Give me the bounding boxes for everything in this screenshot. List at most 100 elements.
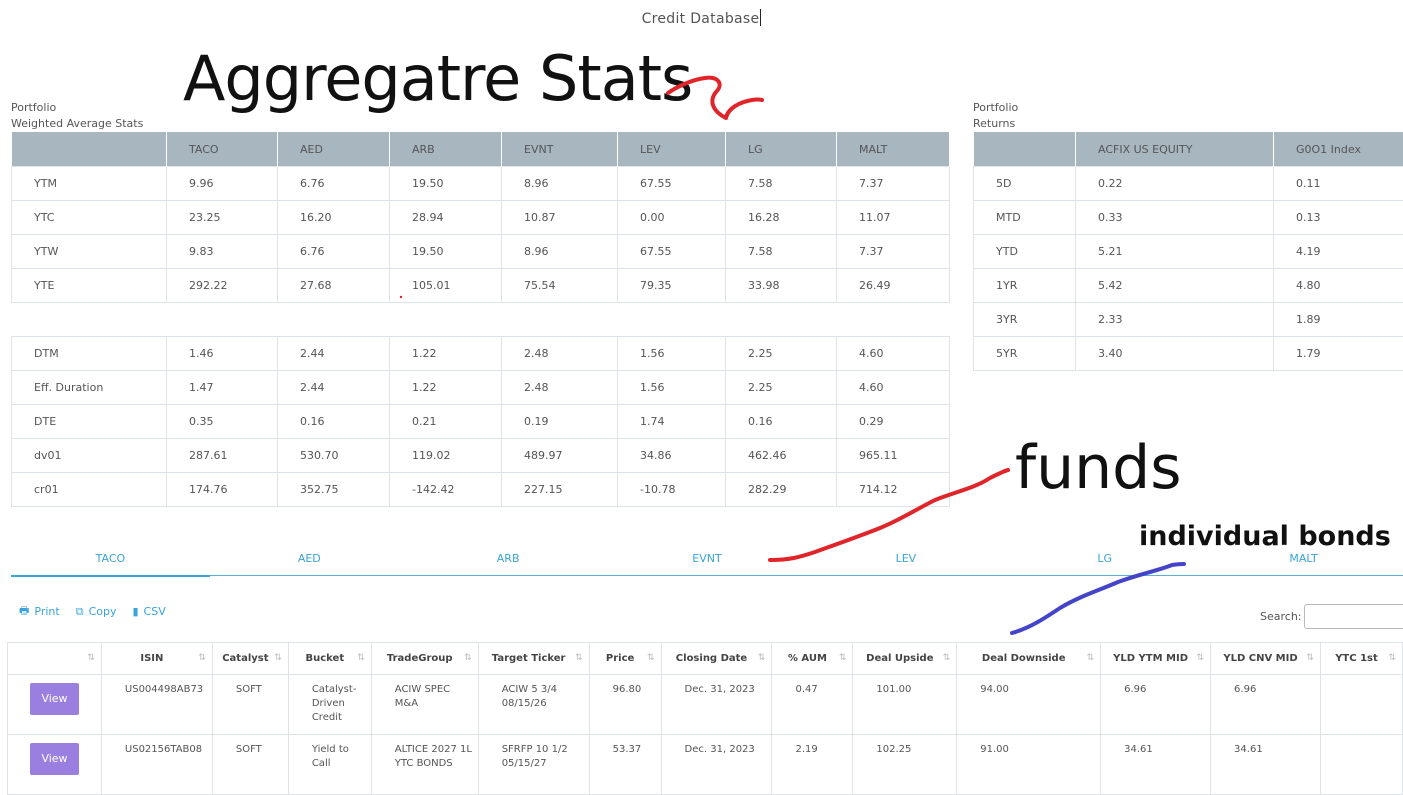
column-header-label: Price [606,653,634,664]
stat-value: 8.96 [502,167,618,201]
sortable-column-header[interactable]: TradeGroup⇅ [371,643,478,675]
tab-aed[interactable]: AED [210,549,409,575]
bond-cell: 34.61 [1211,735,1321,795]
view-button[interactable]: View [30,743,79,775]
sortable-column-header[interactable]: Bucket⇅ [288,643,371,675]
stat-value: 1.79 [1274,337,1403,371]
stat-value: 4.60 [837,371,950,405]
stat-value: 27.68 [278,269,390,303]
bond-cell: ACIW 5 3/4 08/15/26 [478,675,589,735]
row-label: 5YR [974,337,1076,371]
stat-value: 33.98 [726,269,837,303]
table-row: 5YR3.401.79 [974,337,1403,371]
stat-value: 227.15 [502,473,618,507]
stat-value: 28.94 [390,201,502,235]
stat-value: 10.87 [502,201,618,235]
weighted-stats-caption: Portfolio Weighted Average Stats [11,100,143,132]
stat-value: 7.58 [726,167,837,201]
column-header: LEV [618,132,726,167]
sort-arrows-icon: ⇅ [1197,653,1205,663]
sort-arrows-icon: ⇅ [1087,653,1095,663]
sortable-column-header[interactable]: Catalyst⇅ [212,643,288,675]
tab-lg[interactable]: LG [1005,549,1204,575]
stat-value: 75.54 [502,269,618,303]
row-label: 1YR [974,269,1076,303]
column-header-label: Target Ticker [492,653,566,664]
tab-lev[interactable]: LEV [806,549,1005,575]
search-input[interactable] [1304,604,1403,629]
stat-value: 0.33 [1076,201,1274,235]
column-header-label: Catalyst [222,653,268,664]
stat-value: -10.78 [618,473,726,507]
column-header: G0O1 Index [1274,132,1403,167]
header-row: ⇅ISIN⇅Catalyst⇅Bucket⇅TradeGroup⇅Target … [8,643,1403,675]
sortable-column-header[interactable]: ISIN⇅ [101,643,212,675]
sort-arrows-icon: ⇅ [464,653,472,663]
bond-cell: ALTICE 2027 1L YTC BONDS [371,735,478,795]
csv-button[interactable]: ▮CSV [132,602,165,621]
copy-button[interactable]: ⧉Copy [76,602,117,621]
stat-value: 0.00 [618,201,726,235]
sortable-column-header[interactable]: Target Ticker⇅ [478,643,589,675]
text-cursor [760,9,761,26]
stat-value: 965.11 [837,439,950,473]
sortable-column-header[interactable]: YLD YTM MID⇅ [1101,643,1211,675]
stat-value: 0.16 [278,405,390,439]
stat-value: 0.16 [726,405,837,439]
tab-evnt[interactable]: EVNT [608,549,807,575]
stat-value: 79.35 [618,269,726,303]
stat-value: 34.86 [618,439,726,473]
tab-taco[interactable]: TACO [11,549,210,575]
tab-malt[interactable]: MALT [1204,549,1403,575]
sortable-column-header[interactable]: YTC 1st⇅ [1320,643,1402,675]
column-header-label: Deal Upside [866,653,933,664]
bond-cell: US02156TAB08 [101,735,212,795]
column-header: EVNT [502,132,618,167]
stat-value: 119.02 [390,439,502,473]
annotation-individual-bonds: individual bonds [1139,523,1391,550]
stat-value: 1.47 [167,371,278,405]
column-header-label: YLD CNV MID [1223,653,1297,664]
stat-value: 7.37 [837,167,950,201]
search-label: Search: [1260,610,1302,623]
sortable-column-header[interactable]: Price⇅ [589,643,661,675]
stat-value: 2.48 [502,337,618,371]
stat-value: 0.29 [837,405,950,439]
sort-arrows-icon: ⇅ [1306,653,1314,663]
view-button[interactable]: View [30,683,79,715]
bond-cell: 102.25 [853,735,957,795]
sortable-column-header[interactable]: Closing Date⇅ [661,643,772,675]
copy-label: Copy [89,605,117,618]
bond-cell: 91.00 [957,735,1101,795]
stat-value: 4.19 [1274,235,1403,269]
sortable-column-header[interactable]: Deal Upside⇅ [853,643,957,675]
sortable-column-header[interactable]: Deal Downside⇅ [957,643,1101,675]
sortable-column-header[interactable]: % AUM⇅ [772,643,853,675]
stat-value: 2.25 [726,371,837,405]
book-icon: ▮ [132,605,138,618]
stat-value: 0.22 [1076,167,1274,201]
row-label: DTM [12,337,167,371]
row-label: YTW [12,235,167,269]
column-header [974,132,1076,167]
bond-cell: 96.80 [589,675,661,735]
table-row: cr01174.76352.75-142.42227.15-10.78282.2… [12,473,950,507]
duration-stats-table: DTM1.462.441.222.481.562.254.60Eff. Dura… [11,336,950,507]
sortable-column-header[interactable]: YLD CNV MID ⇅ [1211,643,1321,675]
stat-value: 19.50 [390,167,502,201]
print-button[interactable]: 🖶Print [19,602,60,621]
bond-cell: ACIW SPEC M&A [371,675,478,735]
sortable-column-header[interactable]: ⇅ [8,643,102,675]
stat-value: 0.35 [167,405,278,439]
caption-line: Portfolio [973,100,1018,116]
row-label: 3YR [974,303,1076,337]
table-row: 5D0.220.11 [974,167,1403,201]
sort-arrows-icon: ⇅ [198,653,206,663]
stat-value: 2.44 [278,337,390,371]
stat-value: 1.22 [390,371,502,405]
stat-value: -142.42 [390,473,502,507]
stat-value: 26.49 [837,269,950,303]
tab-arb[interactable]: ARB [409,549,608,575]
stat-value: 1.74 [618,405,726,439]
column-header: AED [278,132,390,167]
